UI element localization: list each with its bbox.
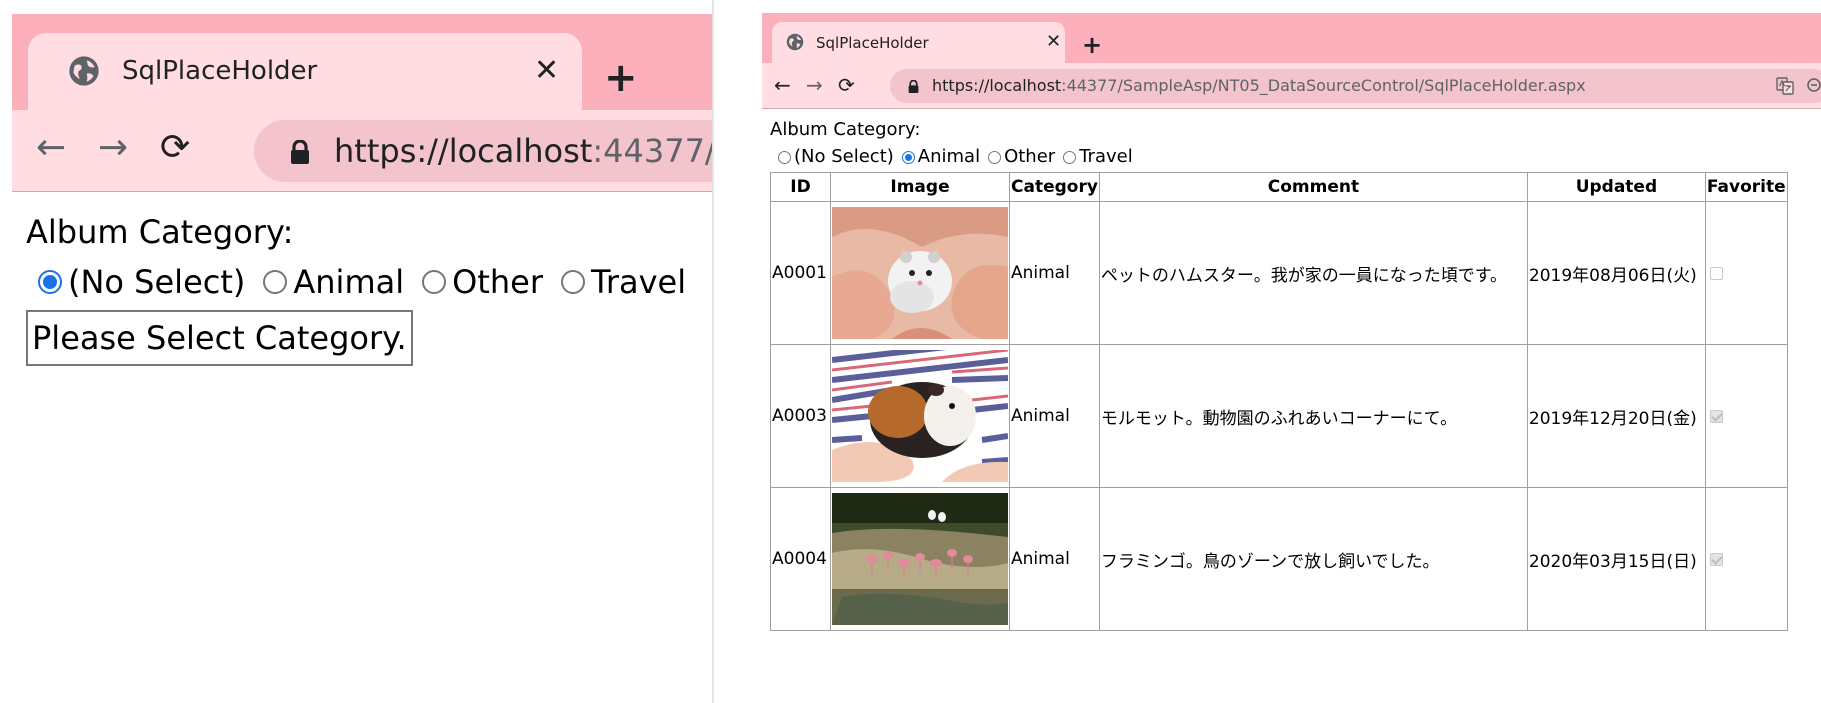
forward-arrow-icon[interactable]: → [98, 128, 128, 168]
radio-button[interactable] [422, 270, 447, 294]
browser-toolbar: ← → ⟳ https://localhost:44377/SampleAsp/… [762, 63, 1821, 109]
radio-travel[interactable]: Travel [1063, 145, 1133, 169]
new-tab-icon[interactable]: + [604, 58, 638, 98]
radio-animal[interactable]: Animal [263, 262, 404, 302]
header-updated: Updated [1526, 172, 1706, 202]
forward-arrow-icon[interactable]: → [806, 73, 823, 97]
guinea-pig-photo [832, 350, 1008, 482]
globe-icon [786, 33, 804, 51]
cell-id: A0001 [770, 201, 831, 345]
album-table: ID Image Category Comment Updated Favori… [770, 172, 1788, 631]
lock-icon[interactable] [908, 80, 919, 93]
cell-image [830, 487, 1010, 631]
cell-comment: フラミンゴ。鳥のゾーンで放し飼いでした。 [1098, 487, 1528, 631]
cell-updated: 2019年12月20日(金) [1526, 344, 1706, 488]
header-id: ID [770, 172, 831, 202]
radio-no-select[interactable]: (No Select) [38, 262, 245, 302]
hamster-photo [832, 207, 1008, 339]
back-arrow-icon[interactable]: ← [774, 73, 791, 97]
favorite-checkbox [1709, 266, 1723, 280]
lock-icon[interactable] [290, 140, 310, 164]
page-content: Album Category: (No Select) Animal Other… [770, 118, 1788, 631]
url-text: https://localhost:44377/Sam [334, 132, 712, 170]
right-browser-window: SqlPlaceHolder ✕ + ← → ⟳ https://localho… [714, 0, 1821, 703]
radio-button[interactable] [778, 150, 791, 164]
radio-other[interactable]: Other [988, 145, 1055, 169]
table-row: A0003 Animal モルモット。動物園のふれあいコーナーにて。 2019年… [770, 344, 1788, 488]
cell-image [830, 201, 1010, 345]
radio-no-select[interactable]: (No Select) [778, 145, 894, 169]
address-bar[interactable]: https://localhost:44377/SampleAsp/NT05_D… [890, 69, 1821, 103]
category-radio-group: (No Select) Animal Other Travel [38, 262, 704, 302]
cell-image [830, 344, 1010, 488]
header-favorite: Favorite [1704, 172, 1788, 202]
header-image: Image [830, 172, 1010, 202]
category-radio-group: (No Select) Animal Other Travel [778, 145, 1788, 169]
radio-button[interactable] [263, 270, 288, 294]
table-row: A0004 Animal フラミンゴ。鳥のゾーンで放し飼いでした。 2020年0… [770, 487, 1788, 631]
radio-animal[interactable]: Animal [901, 145, 980, 169]
cell-favorite [1704, 487, 1788, 631]
cell-id: A0004 [770, 487, 831, 631]
close-tab-icon[interactable]: ✕ [534, 53, 559, 89]
cell-category: Animal [1009, 344, 1100, 488]
radio-button[interactable] [901, 150, 915, 164]
url-text: https://localhost:44377/SampleAsp/NT05_D… [932, 76, 1586, 95]
flamingo-photo [832, 493, 1008, 625]
cell-favorite [1704, 344, 1788, 488]
left-browser-window: SqlPlaceHolder ✕ + ← → ⟳ https://localho… [0, 0, 712, 703]
cell-comment: ペットのハムスター。我が家の一員になった頃です。 [1098, 201, 1528, 345]
header-category: Category [1009, 172, 1100, 202]
browser-toolbar: ← → ⟳ https://localhost:44377/Sam [12, 110, 712, 192]
table-row: A0001 Animal ペットのハムスター。我が家の一員になった頃です。 20… [770, 201, 1788, 345]
radio-other[interactable]: Other [422, 262, 543, 302]
cell-category: Animal [1009, 487, 1100, 631]
tab-title: SqlPlaceHolder [122, 56, 318, 86]
globe-icon [69, 56, 99, 86]
tab-title: SqlPlaceHolder [816, 34, 929, 52]
radio-button[interactable] [1063, 150, 1077, 164]
cell-id: A0003 [770, 344, 831, 488]
favorite-checkbox [1709, 409, 1723, 423]
cell-updated: 2019年08月06日(火) [1526, 201, 1706, 345]
reload-icon[interactable]: ⟳ [838, 73, 855, 97]
new-tab-icon[interactable]: + [1082, 33, 1102, 57]
browser-tab[interactable]: SqlPlaceHolder ✕ [772, 22, 1065, 63]
header-comment: Comment [1098, 172, 1528, 202]
favorite-checkbox [1709, 552, 1723, 566]
back-arrow-icon[interactable]: ← [36, 128, 66, 168]
table-header-row: ID Image Category Comment Updated Favori… [770, 172, 1788, 202]
close-tab-icon[interactable]: ✕ [1046, 31, 1061, 53]
radio-button[interactable] [988, 150, 1002, 164]
tab-strip: SqlPlaceHolder ✕ + [762, 13, 1821, 63]
tab-strip: SqlPlaceHolder ✕ + [12, 14, 712, 110]
radio-button[interactable] [560, 270, 585, 294]
radio-travel[interactable]: Travel [560, 262, 686, 302]
select-category-message: Please Select Category. [26, 310, 413, 366]
cell-favorite [1704, 201, 1788, 345]
album-category-label: Album Category: [770, 119, 921, 140]
address-bar[interactable]: https://localhost:44377/Sam [254, 120, 712, 182]
cell-comment: モルモット。動物園のふれあいコーナーにて。 [1098, 344, 1528, 488]
album-category-label: Album Category: [26, 213, 294, 251]
radio-button[interactable] [38, 270, 62, 294]
browser-tab[interactable]: SqlPlaceHolder ✕ [28, 33, 582, 110]
page-content: Album Category: (No Select) Animal Other… [26, 212, 704, 366]
cell-category: Animal [1009, 201, 1100, 345]
cell-updated: 2020年03月15日(日) [1526, 487, 1706, 631]
reload-icon[interactable]: ⟳ [160, 128, 190, 168]
translate-icon[interactable] [1776, 77, 1794, 95]
zoom-icon[interactable] [1806, 77, 1821, 95]
